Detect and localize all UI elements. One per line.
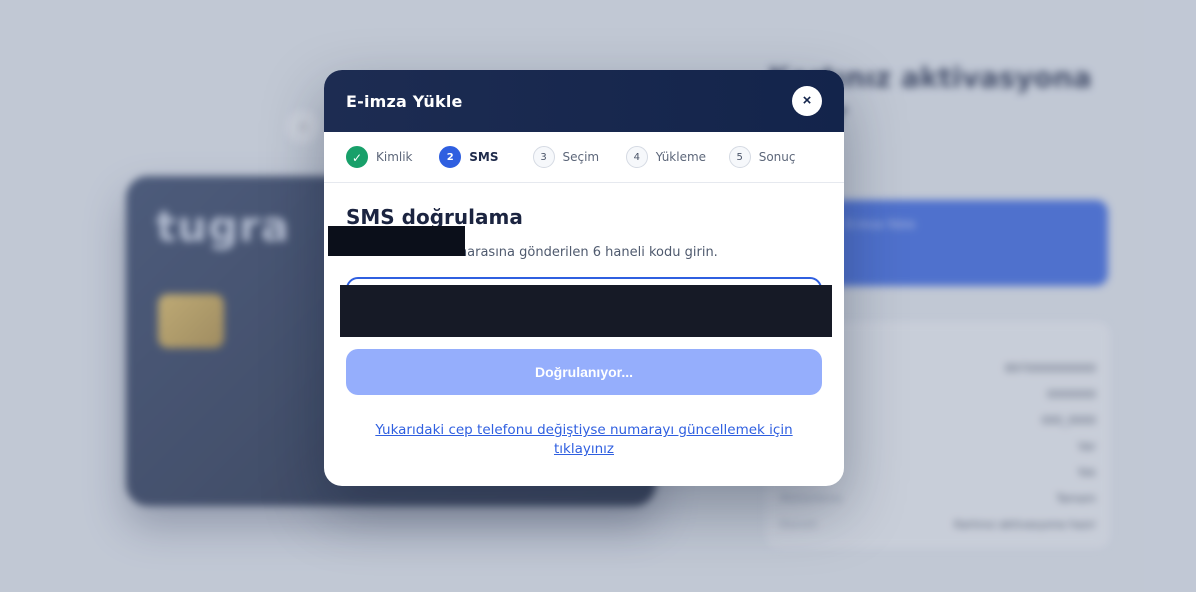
step-yukleme: 4 Yükleme <box>625 146 729 168</box>
step-label: Yükleme <box>655 150 707 164</box>
redacted-phone-number <box>328 226 465 256</box>
step-label: Seçim <box>562 150 600 164</box>
sms-description-text: numarasına gönderilen 6 haneli kodu giri… <box>438 245 718 260</box>
sms-code-field[interactable] <box>340 277 832 337</box>
step-sonuc: 5 Sonuç <box>728 146 822 168</box>
sms-description: numarasına gönderilen 6 haneli kodu giri… <box>328 226 822 263</box>
step-label: Sonuç <box>758 150 796 164</box>
step-sms: 2 SMS <box>439 146 532 168</box>
close-button[interactable]: × <box>792 86 822 116</box>
step-kimlik: ✓ Kimlik <box>346 146 439 168</box>
modal-body: SMS doğrulama numarasına gönderilen 6 ha… <box>324 183 844 459</box>
verify-button[interactable]: Doğrulanıyor... <box>346 349 822 395</box>
update-phone-link[interactable]: Yukarıdaki cep telefonu değiştiyse numar… <box>374 421 794 459</box>
modal-title: E-imza Yükle <box>346 91 463 111</box>
step-label: SMS <box>469 150 499 164</box>
redacted-code <box>340 285 832 337</box>
check-icon: ✓ <box>346 146 368 168</box>
step-number: 3 <box>532 146 555 168</box>
step-number: 2 <box>439 146 462 168</box>
modal-header: E-imza Yükle × <box>324 70 844 132</box>
step-secim: 3 Seçim <box>532 146 626 168</box>
stepper: ✓ Kimlik 2 SMS 3 Seçim 4 Yükleme 5 Sonuç <box>324 132 844 183</box>
step-number: 4 <box>625 146 648 168</box>
step-number: 5 <box>728 146 751 168</box>
eimza-modal: E-imza Yükle × ✓ Kimlik 2 SMS 3 Seçim 4 … <box>324 70 844 486</box>
step-label: Kimlik <box>376 150 413 164</box>
